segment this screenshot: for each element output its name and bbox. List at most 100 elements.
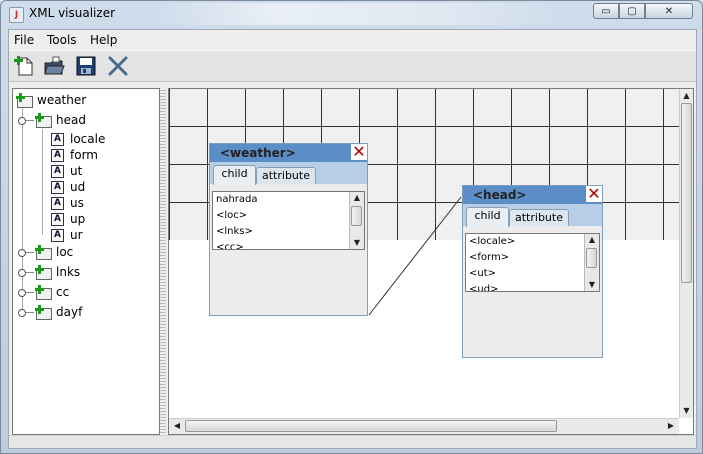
scroll-down-arrow-icon[interactable]: ▼ (680, 405, 693, 417)
node-header[interactable]: <weather> ✕ (210, 144, 367, 162)
tree-node-lnks[interactable]: lnks (35, 264, 80, 280)
attribute-icon: A (51, 228, 64, 242)
attribute-icon: A (51, 132, 64, 146)
canvas-vertical-scrollbar[interactable]: ▲ ▼ (679, 89, 693, 418)
scroll-right-arrow-icon[interactable]: ▶ (665, 420, 677, 432)
scroll-down-arrow-icon[interactable]: ▼ (350, 237, 364, 249)
tree-attr-label: up (70, 212, 86, 226)
scroll-up-arrow-icon[interactable]: ▲ (350, 192, 364, 204)
client-area: File Tools Help weather head A locale A … (8, 29, 697, 449)
tree-node-label: weather (37, 93, 87, 107)
scroll-thumb[interactable] (185, 420, 557, 432)
tree-attr-ud[interactable]: Aud (51, 179, 85, 195)
minimize-button[interactable]: ▭ (593, 3, 619, 19)
node-title: <weather> (220, 146, 296, 160)
node-box-weather[interactable]: <weather> ✕ child attribute nahrada <loc… (209, 143, 368, 316)
list-item[interactable]: <cc> (216, 242, 244, 249)
tree-attr-ut[interactable]: Aut (51, 163, 82, 179)
tree-expand-handle[interactable] (18, 289, 26, 297)
tree-guide-line (42, 129, 43, 235)
list-item[interactable]: <locale> (469, 236, 515, 247)
toolbar (9, 50, 696, 82)
scroll-down-arrow-icon[interactable]: ▼ (585, 279, 599, 291)
scroll-thumb[interactable] (681, 103, 692, 283)
scroll-up-arrow-icon[interactable]: ▲ (680, 90, 693, 102)
attribute-icon: A (51, 196, 64, 210)
scroll-up-arrow-icon[interactable]: ▲ (585, 234, 599, 246)
list-item[interactable]: <lnks> (216, 226, 253, 237)
delete-x-icon (108, 56, 128, 76)
tab-attribute[interactable]: attribute (509, 209, 569, 226)
close-window-button[interactable]: ✕ (645, 3, 693, 19)
tab-child[interactable]: child (466, 207, 509, 227)
list-item[interactable]: <loc> (216, 210, 247, 221)
window-title: XML visualizer (29, 6, 116, 20)
maximize-button[interactable]: ▢ (619, 3, 645, 19)
tree-expand-handle[interactable] (18, 117, 26, 125)
menu-help[interactable]: Help (90, 33, 117, 47)
new-document-icon (14, 56, 33, 76)
tree-attr-label: us (70, 196, 84, 210)
tree-attr-ur[interactable]: Aur (51, 227, 83, 243)
scroll-thumb[interactable] (351, 206, 362, 226)
tree-attr-label: form (70, 148, 98, 162)
close-x-icon[interactable]: ✕ (586, 186, 602, 202)
element-node-icon (35, 285, 52, 300)
list-item[interactable]: nahrada (216, 194, 258, 205)
tree-expand-handle[interactable] (18, 269, 26, 277)
tree-connector (26, 252, 34, 253)
new-document-button[interactable] (13, 55, 35, 77)
node-box-head[interactable]: <head> ✕ child attribute <locale> <form>… (462, 185, 603, 358)
node-header[interactable]: <head> ✕ (463, 186, 602, 204)
element-node-icon (35, 265, 52, 280)
tab-attribute[interactable]: attribute (256, 167, 316, 184)
scroll-thumb[interactable] (586, 248, 597, 268)
open-button[interactable] (43, 55, 65, 77)
diagram-canvas[interactable]: <weather> ✕ child attribute nahrada <loc… (168, 88, 694, 435)
canvas-horizontal-scrollbar[interactable]: ◀ ▶ (169, 418, 679, 434)
node-child-list[interactable]: <locale> <form> <ut> <ud> ▲ ▼ (465, 233, 600, 292)
tree-attr-label: ut (70, 164, 83, 178)
delete-button[interactable] (107, 55, 129, 77)
panel-splitter[interactable] (160, 88, 166, 433)
list-scrollbar[interactable]: ▲ ▼ (584, 234, 599, 291)
tree-attr-us[interactable]: Aus (51, 195, 84, 211)
attribute-icon: A (51, 164, 64, 178)
title-bar[interactable]: J XML visualizer ▭ ▢ ✕ (1, 1, 702, 27)
menu-tools[interactable]: Tools (47, 33, 77, 47)
tree-node-cc[interactable]: cc (35, 284, 69, 300)
tree-node-label: head (56, 113, 86, 127)
tree-node-label: lnks (56, 265, 81, 279)
element-node-icon (35, 113, 52, 128)
tree-attr-locale[interactable]: Alocale (51, 131, 105, 147)
tree-connector (26, 272, 34, 273)
scroll-left-arrow-icon[interactable]: ◀ (171, 420, 183, 432)
xml-tree: weather head Alocale Aform Aut Aud Aus A… (12, 88, 160, 435)
list-scrollbar[interactable]: ▲ ▼ (349, 192, 364, 249)
list-item[interactable]: <form> (469, 252, 509, 263)
tree-attr-label: ur (70, 228, 83, 242)
tree-node-head[interactable]: head (35, 112, 86, 128)
tab-child[interactable]: child (213, 165, 256, 185)
tree-node-dayf[interactable]: dayf (35, 304, 82, 320)
menu-file[interactable]: File (14, 33, 34, 47)
list-item[interactable]: <ud> (469, 284, 498, 291)
attribute-icon: A (51, 180, 64, 194)
tree-connector (26, 312, 34, 313)
attribute-icon: A (51, 212, 64, 226)
node-child-list[interactable]: nahrada <loc> <lnks> <cc> ▲ ▼ (212, 191, 365, 250)
tree-expand-handle[interactable] (18, 249, 26, 257)
tree-expand-handle[interactable] (18, 309, 26, 317)
close-x-icon[interactable]: ✕ (351, 144, 367, 160)
node-tab-strip: child attribute (210, 162, 367, 185)
tree-node-weather[interactable]: weather (16, 92, 86, 108)
save-button[interactable] (75, 55, 97, 77)
node-link-line (368, 196, 462, 316)
node-tab-strip: child attribute (463, 204, 602, 227)
element-node-icon (35, 305, 52, 320)
tree-node-loc[interactable]: loc (35, 244, 73, 260)
tree-attr-form[interactable]: Aform (51, 147, 98, 163)
title-bar-glass (151, 3, 571, 25)
tree-attr-up[interactable]: Aup (51, 211, 85, 227)
list-item[interactable]: <ut> (469, 268, 496, 279)
